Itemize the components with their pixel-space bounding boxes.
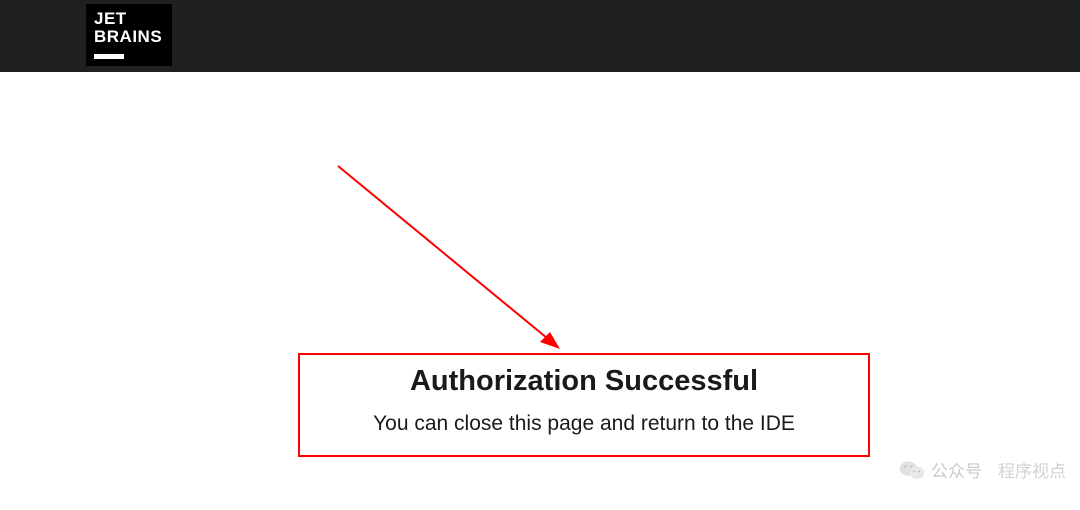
page-content: Authorization Successful You can close t…: [0, 72, 1080, 510]
authorization-subtitle: You can close this page and return to th…: [300, 412, 868, 436]
wechat-icon: [899, 459, 925, 481]
watermark: 公众号 程序视点: [899, 457, 1066, 482]
watermark-label-1: 公众号: [931, 457, 982, 482]
annotation-arrow-icon: [328, 158, 588, 358]
page-header: JET BRAINS: [0, 0, 1080, 72]
jetbrains-logo: JET BRAINS: [86, 4, 172, 66]
logo-underline: [94, 54, 124, 59]
authorization-title: Authorization Successful: [300, 365, 868, 398]
logo-text-line2: BRAINS: [94, 28, 164, 46]
watermark-label-2: 程序视点: [998, 457, 1066, 482]
authorization-message-box: Authorization Successful You can close t…: [298, 353, 870, 457]
logo-text-line1: JET: [94, 10, 164, 28]
